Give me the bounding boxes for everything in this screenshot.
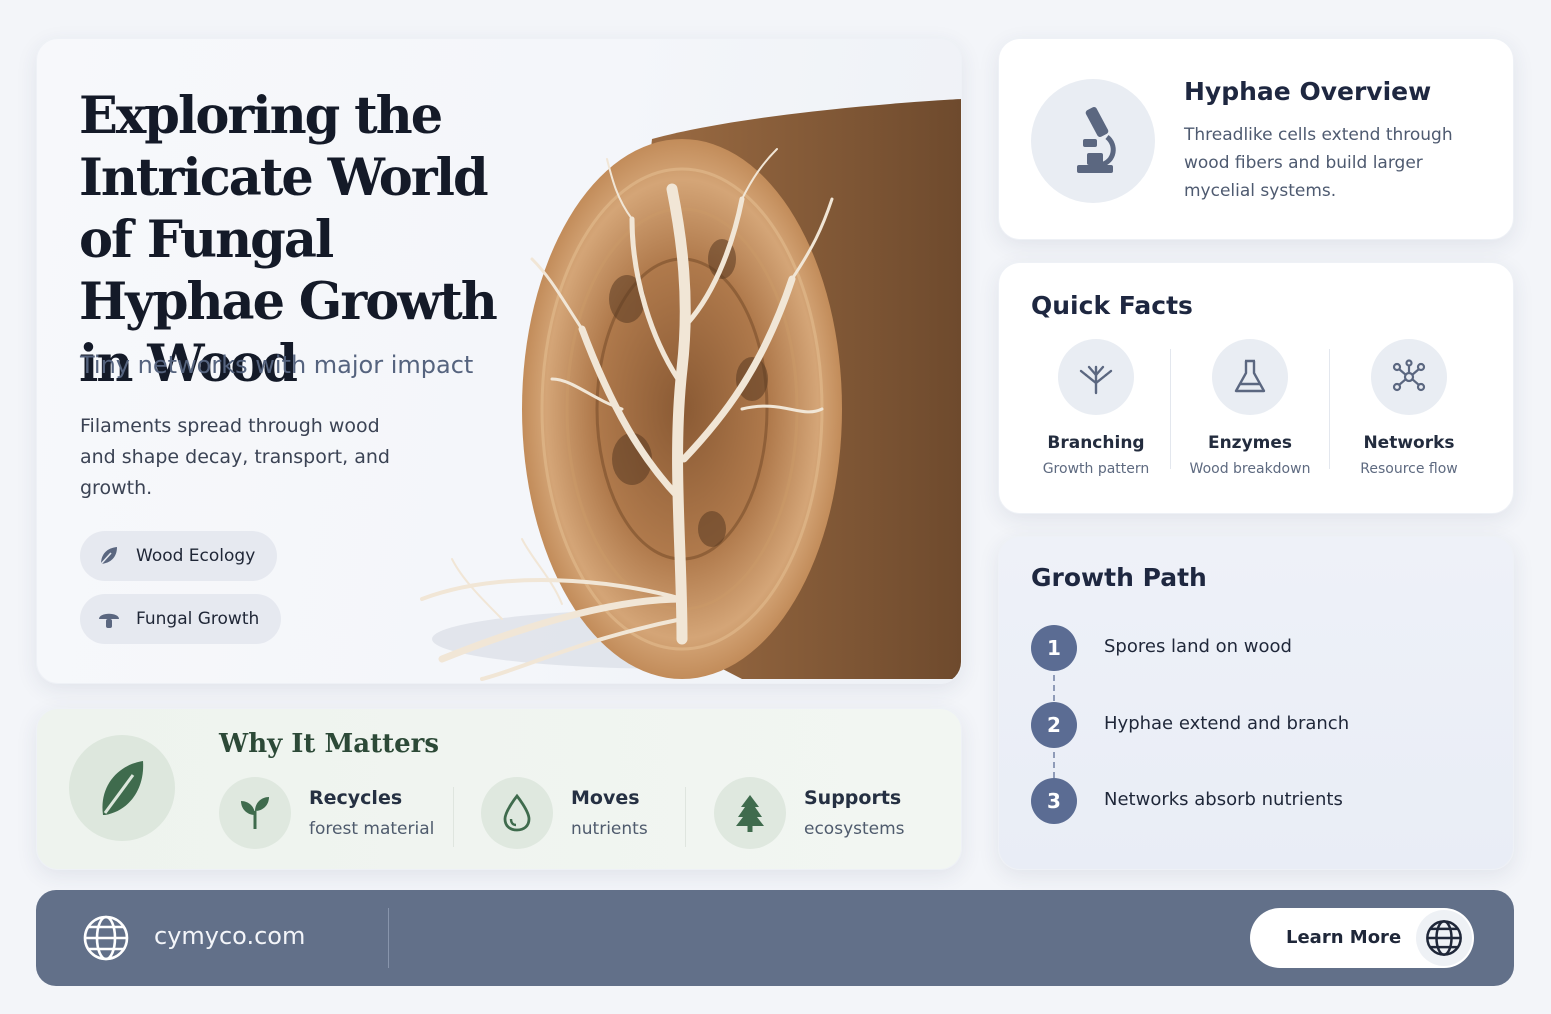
fact-divider [1170, 349, 1171, 469]
growth-path-card: Growth Path 1 Spores land on wood 2 Hyph… [998, 536, 1514, 870]
tag-label: Fungal Growth [136, 609, 260, 629]
leaf-icon [102, 761, 144, 815]
overview-icon-circle [1031, 79, 1155, 203]
globe-icon-wrapper [1416, 910, 1472, 966]
fact-label: Branching [1047, 433, 1145, 453]
fact-divider [1329, 349, 1330, 469]
water-drop-icon [503, 793, 531, 832]
why-title: Why It Matters [219, 729, 440, 759]
fact-icon-circle [1371, 339, 1447, 415]
overview-title: Hyphae Overview [1184, 77, 1432, 106]
fact-branching: Branching Growth pattern [1021, 339, 1171, 477]
hyphae-overview-card: Hyphae Overview Threadlike cells extend … [998, 38, 1514, 240]
step-text: Spores land on wood [1104, 636, 1292, 657]
fact-label: Networks [1363, 433, 1455, 453]
step-number: 1 [1031, 625, 1077, 671]
footer-bar: cymyco.com Learn More [36, 890, 1514, 986]
why-label: Recycles [309, 787, 403, 809]
footer-divider [388, 908, 389, 968]
hero-description: Filaments spread through wood and shape … [80, 415, 390, 499]
globe-icon [83, 915, 129, 961]
why-sub: ecosystems [804, 819, 905, 839]
step-connector [1053, 752, 1055, 778]
mushroom-icon [99, 613, 119, 628]
learn-more-label: Learn More [1286, 927, 1402, 948]
fact-label: Enzymes [1207, 433, 1293, 453]
fact-sub: Wood breakdown [1189, 461, 1311, 477]
fact-sub: Growth pattern [1042, 461, 1150, 477]
wood-hyphae-illustration [420, 99, 961, 681]
why-icon-circle [714, 777, 786, 849]
step-text: Networks absorb nutrients [1104, 789, 1343, 810]
step-connector [1053, 675, 1055, 701]
learn-more-button[interactable]: Learn More [1250, 908, 1474, 968]
sprout-icon [241, 797, 269, 829]
network-icon [1392, 359, 1426, 392]
quick-facts-card: Quick Facts Branching Growth pattern Enz… [998, 262, 1514, 514]
why-it-matters-card: Why It Matters Recycles forest material … [36, 708, 962, 870]
growth-path-title: Growth Path [1031, 563, 1207, 592]
tag-wood-ecology[interactable]: Wood Ecology [80, 531, 278, 581]
why-item-moves: Moves nutrients [481, 777, 648, 849]
leaf-icon [100, 547, 117, 565]
fact-networks: Networks Resource flow [1334, 339, 1484, 477]
fact-enzymes: Enzymes Wood breakdown [1175, 339, 1325, 477]
why-sub: forest material [309, 819, 435, 839]
website-link[interactable]: cymyco.com [154, 922, 305, 950]
tag-fungal-growth[interactable]: Fungal Growth [80, 594, 282, 644]
why-icon-circle [481, 777, 553, 849]
globe-icon [1426, 920, 1462, 956]
why-label: Moves [571, 787, 640, 809]
why-icon-circle [219, 777, 291, 849]
tree-icon [736, 795, 764, 832]
step-text: Hyphae extend and branch [1104, 713, 1350, 734]
why-label: Supports [804, 787, 902, 809]
quick-facts-title: Quick Facts [1031, 291, 1193, 320]
microscope-icon [1077, 106, 1116, 173]
tag-label: Wood Ecology [136, 546, 256, 566]
flask-icon [1234, 359, 1266, 393]
step-number: 3 [1031, 778, 1077, 824]
branching-icon [1079, 365, 1113, 395]
fact-icon-circle [1212, 339, 1288, 415]
fact-sub: Resource flow [1360, 461, 1458, 477]
why-sub: nutrients [571, 819, 648, 839]
overview-text: Threadlike cells extend through wood fib… [1184, 125, 1453, 201]
why-item-recycles: Recycles forest material [219, 777, 434, 849]
why-icon-circle [69, 735, 175, 841]
hero-card: Exploring the Intricate World of Fungal … [36, 38, 962, 684]
why-divider [685, 787, 686, 847]
why-divider [453, 787, 454, 847]
step-number: 2 [1031, 702, 1077, 748]
why-item-supports: Supports ecosystems [714, 777, 905, 849]
fact-icon-circle [1058, 339, 1134, 415]
